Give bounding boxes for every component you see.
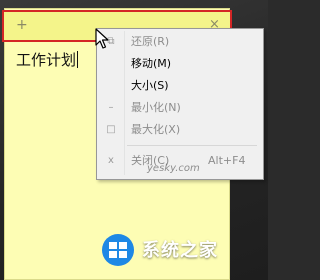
menu-item-size[interactable]: 大小(S): [97, 76, 263, 96]
text-caret: [77, 51, 79, 68]
menu-item-label: 还原(R): [131, 35, 170, 48]
window-context-menu: ⧉ 还原(R) 移动(M) 大小(S) – 最小化(N) □ 最大化(X) x …: [96, 28, 264, 180]
menu-item-restore[interactable]: ⧉ 还原(R): [97, 32, 263, 52]
menu-item-label: 最大化(X): [131, 123, 181, 136]
menu-item-label: 大小(S): [131, 79, 169, 92]
sticky-note-text[interactable]: 工作计划: [16, 50, 79, 70]
menu-item-shortcut: Alt+F4: [208, 154, 246, 167]
menu-item-label: 移动(M): [131, 57, 172, 70]
mouse-pointer-icon: [95, 28, 109, 49]
menu-item-minimize[interactable]: – 最小化(N): [97, 98, 263, 118]
watermark-logo-icon: [102, 234, 134, 266]
menu-item-label: 最小化(N): [131, 101, 181, 114]
menu-separator: [127, 145, 257, 146]
watermark-domain: yesky.com: [147, 163, 200, 174]
menu-item-maximize[interactable]: □ 最大化(X): [97, 120, 263, 140]
close-icon: x: [108, 155, 114, 166]
watermark-title: 系统之家: [142, 240, 218, 261]
minimize-icon: –: [108, 102, 114, 113]
add-note-icon[interactable]: +: [16, 15, 28, 35]
maximize-icon: □: [106, 124, 116, 135]
menu-item-move[interactable]: 移动(M): [97, 54, 263, 74]
sticky-note-content: 工作计划: [16, 51, 77, 69]
